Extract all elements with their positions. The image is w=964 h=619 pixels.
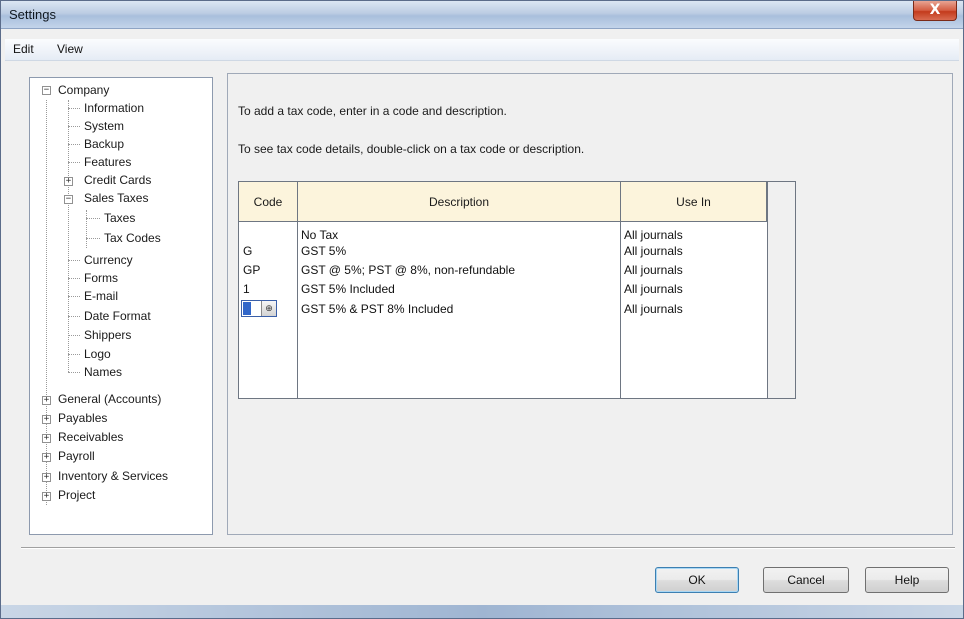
menu-edit[interactable]: Edit — [11, 42, 36, 56]
column-header-use-in[interactable]: Use In — [621, 182, 767, 222]
window-title: Settings — [9, 7, 56, 22]
grid-header: Code Description Use In — [239, 182, 767, 222]
settings-window: Settings X Edit View − Company Informati… — [0, 0, 964, 619]
tree-item-information[interactable]: Information — [84, 99, 144, 117]
payables-expand-icon[interactable]: + — [42, 415, 51, 424]
general-expand-icon[interactable]: + — [42, 396, 51, 405]
tree-item-payroll[interactable]: Payroll — [58, 447, 95, 465]
menu-view[interactable]: View — [55, 42, 85, 56]
tree-item-company[interactable]: Company — [58, 81, 109, 99]
cell-description[interactable]: GST @ 5%; PST @ 8%, non-refundable — [301, 262, 515, 278]
cell-use-in[interactable]: All journals — [624, 243, 683, 259]
inventory-expand-icon[interactable]: + — [42, 473, 51, 482]
grid-empty-area — [767, 182, 795, 398]
content-area: − Company Information System Backup Feat… — [11, 63, 955, 613]
credit-cards-expand-icon[interactable]: + — [64, 177, 73, 186]
cell-use-in[interactable]: All journals — [624, 281, 683, 297]
cell-description[interactable]: GST 5% Included — [301, 281, 395, 297]
tree-item-inventory-services[interactable]: Inventory & Services — [58, 467, 168, 485]
cell-use-in[interactable]: All journals — [624, 301, 683, 317]
tree-item-forms[interactable]: Forms — [84, 269, 118, 287]
settings-tree[interactable]: − Company Information System Backup Feat… — [29, 77, 213, 535]
window-bottom-frame — [1, 605, 963, 618]
tree-item-sales-taxes[interactable]: Sales Taxes — [84, 189, 148, 207]
ok-button[interactable]: OK — [655, 567, 739, 593]
tree-item-email[interactable]: E-mail — [84, 287, 118, 305]
cancel-button[interactable]: Cancel — [763, 567, 849, 593]
cell-description[interactable]: GST 5% — [301, 243, 346, 259]
tree-item-backup[interactable]: Backup — [84, 135, 124, 153]
tree-item-shippers[interactable]: Shippers — [84, 326, 131, 344]
tree-item-date-format[interactable]: Date Format — [84, 307, 151, 325]
sales-taxes-collapse-icon[interactable]: − — [64, 195, 73, 204]
tree-item-currency[interactable]: Currency — [84, 251, 133, 269]
payroll-expand-icon[interactable]: + — [42, 453, 51, 462]
instruction-details: To see tax code details, double-click on… — [238, 142, 585, 156]
instruction-add: To add a tax code, enter in a code and d… — [238, 104, 507, 118]
code-edit-field[interactable]: ⊕ — [241, 300, 277, 317]
tree-item-tax-codes[interactable]: Tax Codes — [104, 229, 161, 247]
company-collapse-icon[interactable]: − — [42, 86, 51, 95]
tree-item-general-accounts[interactable]: General (Accounts) — [58, 390, 161, 408]
cell-description[interactable]: GST 5% & PST 8% Included — [301, 301, 453, 317]
cell-code[interactable]: G — [243, 243, 252, 259]
selected-text-caret — [243, 302, 251, 315]
tree-item-taxes[interactable]: Taxes — [104, 209, 135, 227]
tax-codes-grid[interactable]: Code Description Use In No Tax All journ… — [238, 181, 796, 399]
tree-item-credit-cards[interactable]: Credit Cards — [84, 171, 151, 189]
tree-item-receivables[interactable]: Receivables — [58, 428, 123, 446]
cell-use-in[interactable]: All journals — [624, 227, 683, 243]
menu-bar: Edit View — [5, 39, 959, 61]
tree-item-logo[interactable]: Logo — [84, 345, 111, 363]
project-expand-icon[interactable]: + — [42, 492, 51, 501]
receivables-expand-icon[interactable]: + — [42, 434, 51, 443]
column-header-description[interactable]: Description — [298, 182, 621, 222]
title-bar[interactable]: Settings X — [1, 1, 963, 29]
help-button[interactable]: Help — [865, 567, 949, 593]
cell-code[interactable]: 1 — [243, 281, 250, 297]
close-button[interactable]: X — [913, 1, 957, 21]
cell-use-in[interactable]: All journals — [624, 262, 683, 278]
tree-item-features[interactable]: Features — [84, 153, 131, 171]
tree-item-system[interactable]: System — [84, 117, 124, 135]
cell-code[interactable]: GP — [243, 262, 260, 278]
bottom-separator — [21, 547, 955, 549]
tax-codes-panel: To add a tax code, enter in a code and d… — [227, 73, 953, 535]
tree-item-project[interactable]: Project — [58, 486, 95, 504]
lookup-icon[interactable]: ⊕ — [261, 301, 276, 316]
cell-description[interactable]: No Tax — [301, 227, 338, 243]
tree-item-names[interactable]: Names — [84, 363, 122, 381]
tree-item-payables[interactable]: Payables — [58, 409, 107, 427]
column-header-code[interactable]: Code — [239, 182, 298, 222]
